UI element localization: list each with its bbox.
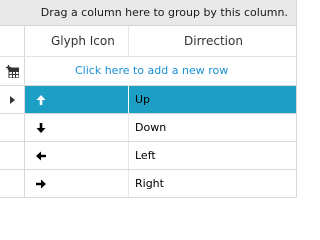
grid: Drag a column here to group by this colu… xyxy=(0,0,297,198)
new-row-indicator xyxy=(0,57,25,85)
current-row-arrow-icon xyxy=(9,95,15,104)
direction-cell[interactable]: Right xyxy=(129,170,296,197)
column-header-glyph-icon[interactable]: Glyph Icon xyxy=(25,26,129,56)
direction-value: Right xyxy=(135,177,164,190)
direction-value: Left xyxy=(135,149,156,162)
row-indicator xyxy=(0,86,25,113)
header-row: Glyph Icon Dirrection xyxy=(0,26,296,57)
glyph-icon-cell[interactable] xyxy=(25,86,129,113)
direction-cell[interactable]: Left xyxy=(129,142,296,169)
arrow-right-icon xyxy=(36,179,46,188)
direction-cell[interactable]: Up xyxy=(129,86,296,113)
arrow-left-icon xyxy=(36,151,46,160)
arrow-up-icon xyxy=(36,94,46,105)
column-header-direction[interactable]: Dirrection xyxy=(129,26,296,56)
new-row[interactable]: Click here to add a new row xyxy=(0,57,296,86)
glyph-icon-cell[interactable] xyxy=(25,170,129,197)
table-row[interactable]: Left xyxy=(0,142,296,170)
direction-value: Up xyxy=(135,93,151,106)
row-indicator xyxy=(0,114,25,141)
direction-value: Down xyxy=(135,121,167,134)
arrow-down-icon xyxy=(36,122,46,133)
group-panel[interactable]: Drag a column here to group by this colu… xyxy=(0,0,296,26)
table-row[interactable]: Down xyxy=(0,114,296,142)
direction-cell[interactable]: Down xyxy=(129,114,296,141)
glyph-icon-cell[interactable] xyxy=(25,114,129,141)
row-indicator xyxy=(0,142,25,169)
group-panel-hint: Drag a column here to group by this colu… xyxy=(40,6,288,19)
column-header-label: Glyph Icon xyxy=(51,34,115,48)
column-header-label: Dirrection xyxy=(184,34,243,48)
row-indicator xyxy=(0,170,25,197)
add-new-row-link[interactable]: Click here to add a new row xyxy=(75,57,228,85)
table-row[interactable]: Up xyxy=(0,86,296,114)
table-row[interactable]: Right xyxy=(0,170,296,197)
add-row-icon xyxy=(5,64,19,78)
glyph-icon-cell[interactable] xyxy=(25,142,129,169)
header-indicator-cell xyxy=(0,26,25,56)
